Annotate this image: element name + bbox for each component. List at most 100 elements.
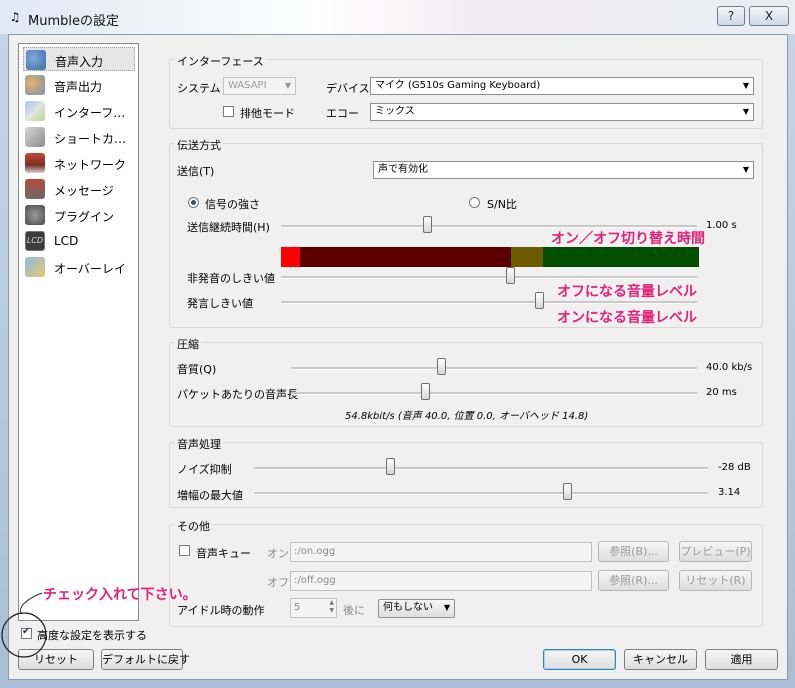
echo-select[interactable]: ミックス ▼ (370, 103, 754, 121)
processing-group-title: 音声処理 (175, 436, 223, 452)
browse-off-button[interactable]: 参照(R)... (598, 570, 669, 591)
sidebar-item-shortcuts[interactable]: ショートカ… (23, 125, 135, 149)
frames-label: パケットあたりの音声長 (177, 388, 298, 401)
device-select[interactable]: マイク (G510s Gaming Keyboard) ▼ (370, 77, 754, 95)
shortcut-icon (25, 127, 45, 147)
hold-time-slider[interactable] (422, 216, 432, 233)
cue-off-path-field[interactable]: :/off.ogg (290, 571, 592, 591)
preview-button[interactable]: プレビュー(P) (679, 541, 752, 562)
annotation-on-level: オンになる音量レベル (557, 310, 697, 326)
ok-button[interactable]: OK (543, 649, 616, 670)
vu-low-segment (300, 247, 511, 267)
spinner-arrows-icon[interactable]: ▲ ▼ (329, 599, 334, 615)
exclusive-mode-label: 排他モード (240, 107, 295, 120)
snr-radio[interactable] (469, 197, 480, 208)
signal-strength-radio[interactable] (188, 197, 199, 208)
annotation-off-level: オフになる音量レベル (557, 284, 697, 300)
system-select[interactable]: WASAPI ▼ (223, 77, 296, 95)
idle-action-value: 何もしない (383, 602, 433, 613)
max-amplification-value: 3.14 (718, 487, 741, 498)
cue-on-label: オン (267, 547, 289, 560)
device-label: デバイス (326, 82, 370, 95)
echo-label: エコー (326, 107, 359, 120)
quality-value: 40.0 kb/s (706, 362, 753, 373)
browse-on-button[interactable]: 参照(B)... (598, 541, 669, 562)
sidebar-item-lcd[interactable]: LCD LCD (23, 229, 135, 253)
noise-suppression-value: -28 dB (718, 462, 751, 473)
sidebar-item-label: ショートカ… (54, 132, 127, 146)
sidebar-item-label: 音声出力 (54, 80, 103, 94)
audio-cue-checkbox[interactable] (179, 545, 190, 556)
reset-cue-button[interactable]: リセット(R) (679, 570, 752, 591)
frames-slider[interactable] (420, 383, 430, 400)
speech-threshold-label: 発言しきい値 (187, 297, 253, 310)
chevron-down-icon: ▼ (443, 603, 450, 612)
apply-button[interactable]: 適用 (705, 649, 778, 670)
speech-threshold-slider[interactable] (534, 292, 544, 309)
sidebar-item-label: メッセージ (54, 184, 114, 198)
overlay-icon (25, 257, 45, 277)
silence-threshold-slider[interactable] (505, 267, 515, 284)
noise-suppression-slider[interactable] (386, 458, 396, 475)
send-mode-select[interactable]: 声で有効化 ▼ (373, 161, 754, 179)
sidebar-item-interface[interactable]: インターフ… (23, 99, 135, 123)
frames-value: 20 ms (706, 387, 737, 398)
cancel-button[interactable]: キャンセル (624, 649, 697, 670)
sidebar-item-audio-output[interactable]: 音声出力 (23, 73, 135, 97)
help-button[interactable]: ? (717, 6, 745, 26)
idle-after-label: 後に (343, 604, 365, 617)
sidebar-item-label: インターフ… (54, 106, 126, 120)
echo-select-value: ミックス (375, 106, 415, 117)
signal-strength-label: 信号の強さ (205, 198, 260, 211)
sidebar-item-audio-input[interactable]: 音声入力 (23, 47, 135, 71)
message-icon (25, 179, 45, 199)
annotation-check-note: チェック入れて下さい。 (43, 587, 197, 603)
chevron-down-icon: ▼ (742, 165, 749, 174)
chevron-down-icon: ▼ (742, 81, 749, 90)
interface-group-title: インターフェース (175, 53, 266, 69)
annotation-toggle-time: オン／オフ切り替え時間 (551, 231, 705, 247)
sidebar-item-label: オーバーレイ (54, 262, 126, 276)
quality-label: 音質(Q) (177, 363, 217, 376)
audio-cue-label: 音声キュー (196, 547, 251, 560)
chevron-down-icon: ▼ (742, 107, 749, 116)
speech-threshold-track (281, 301, 697, 304)
hold-time-value: 1.00 s (706, 220, 737, 231)
window-title: Mumbleの設定 (28, 14, 119, 29)
microphone-user-icon (26, 50, 46, 70)
bitrate-summary: 54.8kbit/s (音声 40.0, 位置 0.0, オーバヘッド 14.8… (345, 411, 589, 422)
system-select-value: WASAPI (228, 80, 267, 91)
sidebar-item-label: 音声入力 (55, 55, 104, 69)
sidebar-item-messages[interactable]: メッセージ (23, 177, 135, 201)
sidebar-item-network[interactable]: ネットワーク (23, 151, 135, 175)
frames-track (291, 392, 697, 395)
sidebar-item-label: LCD (54, 234, 79, 248)
idle-minutes-value: 5 (294, 602, 301, 613)
network-icon (25, 153, 45, 173)
speaker-user-icon (25, 75, 45, 95)
sidebar-item-label: ネットワーク (54, 158, 127, 172)
quality-track (291, 367, 697, 370)
restore-defaults-button[interactable]: デフォルトに戻す (101, 649, 190, 670)
send-mode-value: 声で有効化 (378, 164, 428, 175)
hold-time-label: 送信継続時間(H) (187, 221, 270, 234)
mumble-app-icon: ♫ (9, 10, 21, 24)
sidebar-item-overlay[interactable]: オーバーレイ (23, 255, 135, 279)
quality-slider[interactable] (437, 358, 447, 375)
max-amplification-slider[interactable] (563, 483, 573, 500)
audio-level-meter (281, 247, 699, 267)
sidebar-item-plugins[interactable]: プラグイン (23, 203, 135, 227)
idle-action-label: アイドル時の動作 (177, 604, 265, 617)
exclusive-mode-checkbox[interactable] (223, 106, 234, 117)
close-button[interactable]: X (749, 6, 789, 26)
cue-on-path-field[interactable]: :/on.ogg (290, 542, 592, 562)
interface-icon (25, 101, 45, 121)
idle-minutes-spinner[interactable]: 5 ▲ ▼ (290, 598, 337, 618)
vu-peak-segment (281, 247, 300, 267)
transmission-group-title: 伝送方式 (175, 137, 223, 153)
lcd-icon: LCD (25, 231, 45, 251)
sidebar-item-label: プラグイン (54, 210, 115, 224)
silence-threshold-label: 非発音のしきい値 (187, 272, 275, 285)
title-bar[interactable]: ♫ Mumbleの設定 ? X (0, 0, 795, 34)
idle-action-select[interactable]: 何もしない ▼ (378, 599, 455, 618)
